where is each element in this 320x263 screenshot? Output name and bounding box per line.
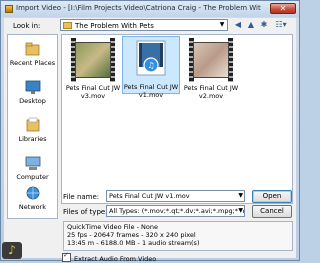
file-item[interactable]: Pets Final Cut JW v2.mov (182, 38, 240, 100)
file-list: Pets Final Cut JW v3.mov ♫ Pets Final Cu… (61, 34, 293, 204)
cancel-button[interactable]: Cancel (252, 205, 292, 218)
sidebar-item-label: Network (18, 203, 47, 211)
sidebar-item-network[interactable]: Network (8, 185, 57, 211)
file-type-value: All Types: (*.mov;*.qt;*.dv;*.avi;*.mpg;… (109, 207, 244, 215)
sidebar-item-libraries[interactable]: Libraries (8, 117, 57, 143)
video-thumbnail (71, 38, 115, 82)
folder-icon (63, 22, 72, 29)
file-item[interactable]: Pets Final Cut JW v3.mov (64, 38, 122, 100)
file-name-line2: v1.mov (138, 91, 164, 99)
info-line: 25 fps - 20647 frames - 320 x 240 pixel (67, 231, 196, 239)
file-item-selected[interactable]: ♫ Pets Final Cut JW v1.mov (122, 36, 180, 99)
back-arrow-icon: ◀ (234, 20, 242, 29)
sidebar-item-label: Libraries (18, 135, 47, 143)
new-folder-button[interactable]: ✱ (258, 19, 270, 31)
file-name-label: File name: (63, 193, 100, 201)
look-in-dropdown[interactable]: The Problem With Pets ▼ (60, 19, 228, 31)
view-menu-button[interactable]: ☷▾ (272, 19, 290, 31)
places-sidebar: Recent Places Desktop Libraries Computer (7, 34, 58, 219)
chevron-down-icon: ▼ (238, 192, 243, 199)
file-name-line2: v2.mov (198, 92, 224, 100)
file-type-dropdown[interactable]: All Types: (*.mov;*.qt;*.dv;*.avi;*.mpg;… (106, 205, 245, 217)
close-icon: ✕ (279, 4, 287, 13)
file-name-value: Pets Final Cut JW v1.mov (109, 192, 190, 200)
file-name-line1: Pets Final Cut JW (183, 84, 239, 92)
open-button[interactable]: Open (252, 190, 292, 203)
video-thumbnail (189, 38, 233, 82)
svg-text:♫: ♫ (147, 61, 154, 70)
extract-audio-checkbox[interactable]: Extract Audio From Video (62, 251, 157, 263)
title-bar: Import Video - [I:\Film Projects Video\C… (1, 1, 299, 17)
file-name-input[interactable]: Pets Final Cut JW v1.mov ▼ (106, 190, 245, 202)
up-folder-button[interactable]: ▲ (245, 19, 257, 31)
extract-audio-label: Extract Audio From Video (74, 255, 157, 263)
view-menu-icon: ☷▾ (275, 20, 287, 29)
info-line: 13:45 m - 6188.0 MB - 1 audio stream(s) (67, 239, 200, 247)
file-name-line1: Pets Final Cut JW (65, 84, 121, 92)
sidebar-item-recent-places[interactable]: Recent Places (8, 41, 57, 67)
music-note-icon: ♪ (8, 243, 16, 257)
chevron-down-icon: ▼ (219, 21, 225, 28)
desktop-icon (24, 79, 42, 95)
look-in-label: Look in: (13, 22, 41, 30)
chevron-down-icon: ▼ (238, 206, 243, 216)
video-file-icon: ♫ (129, 37, 173, 81)
app-icon (5, 5, 13, 13)
dialog-body: Look in: The Problem With Pets ▼ ◀ ▲ ✱ ☷… (4, 18, 296, 263)
file-name-line2: v3.mov (80, 92, 106, 100)
info-line: QuickTime Video File - None (67, 223, 158, 231)
computer-icon (24, 155, 42, 171)
import-video-dialog: Import Video - [I:\Film Projects Video\C… (0, 0, 300, 263)
sidebar-item-desktop[interactable]: Desktop (8, 79, 57, 105)
libraries-icon (24, 117, 42, 133)
back-button[interactable]: ◀ (232, 19, 244, 31)
sidebar-item-label: Computer (16, 173, 49, 181)
sidebar-item-label: Recent Places (9, 59, 56, 67)
sidebar-item-computer[interactable]: Computer (8, 155, 57, 181)
new-folder-icon: ✱ (260, 20, 268, 29)
close-button[interactable]: ✕ (270, 3, 296, 14)
network-icon (24, 185, 42, 201)
file-info-panel: QuickTime Video File - None 25 fps - 206… (63, 221, 293, 251)
recent-places-icon (24, 41, 42, 57)
window-title: Import Video - [I:\Film Projects Video\C… (16, 4, 261, 12)
file-type-label: Files of type: (63, 208, 108, 216)
file-name-line1: Pets Final Cut JW (123, 83, 179, 91)
publisher-logo: ♪ (2, 242, 22, 259)
sidebar-item-label: Desktop (19, 97, 46, 105)
look-in-value: The Problem With Pets (75, 22, 154, 30)
up-folder-icon: ▲ (247, 20, 255, 29)
